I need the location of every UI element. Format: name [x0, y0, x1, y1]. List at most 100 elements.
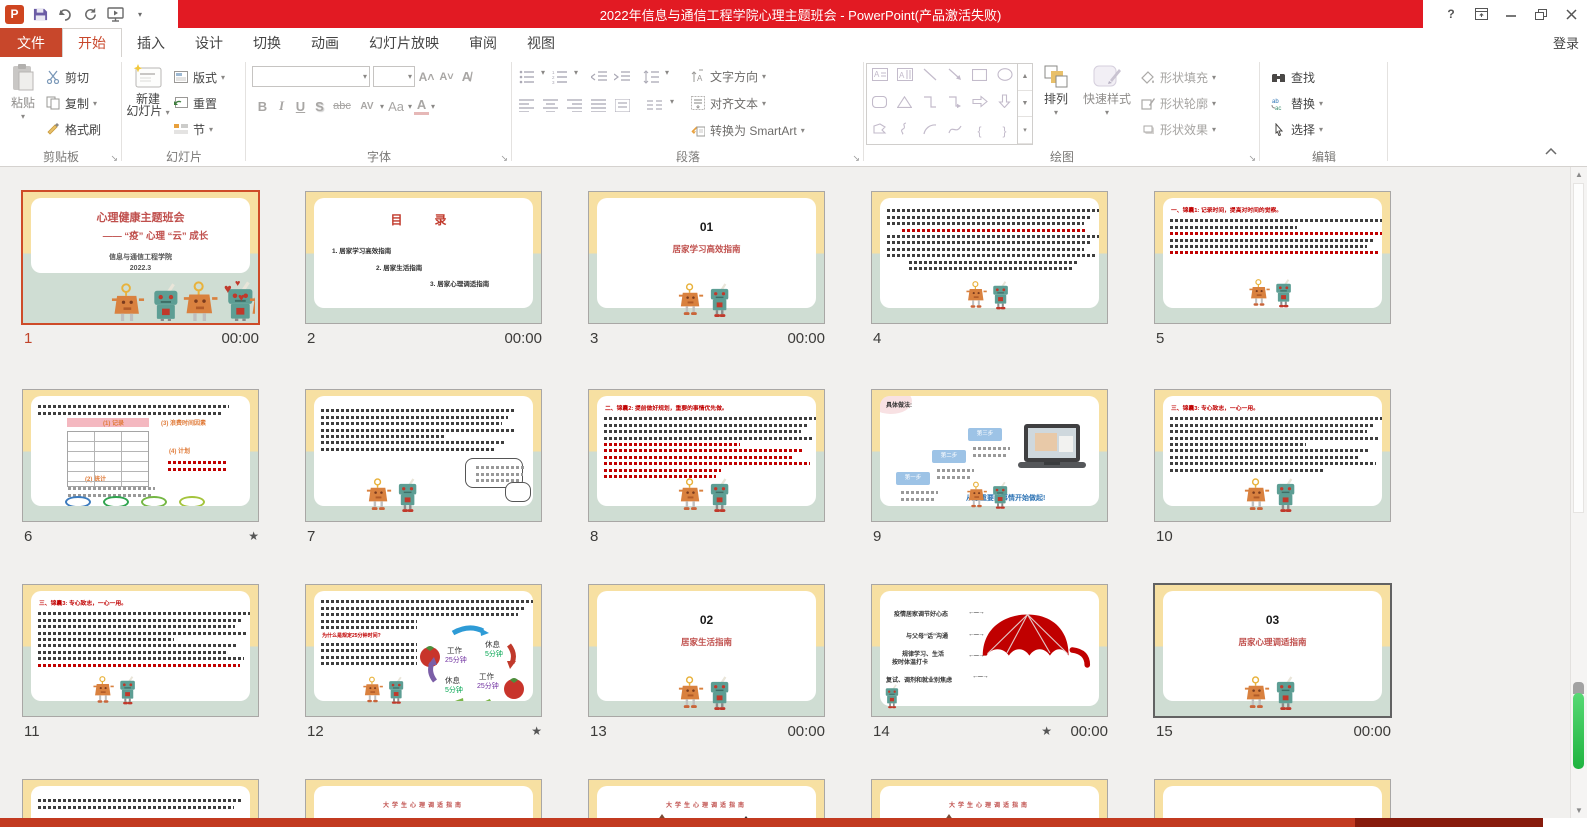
slide-thumbnail-14[interactable]: 疫情居家调节好心态 ←----→ 与父母“话”沟通 ←----→ 规律学习、生活… — [871, 584, 1108, 717]
numbering-icon[interactable]: 123 — [551, 68, 568, 85]
shape-vertical-textbox-icon[interactable]: A — [897, 68, 913, 86]
cut-button[interactable]: 剪切 — [44, 66, 101, 88]
scroll-down-icon[interactable]: ▼ — [1571, 806, 1587, 815]
scrollbar-thumb[interactable] — [1573, 693, 1584, 769]
text-direction-button[interactable]: A 文字方向▾ — [689, 65, 805, 87]
slide-thumbnail-1[interactable]: 心理健康主题班会 —— “疫” 心理 “云” 成长 信息与通信工程学院 2022… — [22, 191, 259, 324]
font-dialog-launcher[interactable]: ↘ — [500, 153, 508, 164]
restore-icon[interactable] — [1533, 6, 1549, 22]
font-size-combo[interactable]: ▾ — [373, 66, 415, 87]
shape-rectangle-icon[interactable] — [972, 68, 987, 86]
shape-arrow-down-icon[interactable] — [998, 94, 1011, 113]
ribbon-display-options-icon[interactable] — [1473, 6, 1489, 22]
slide-thumbnail-4[interactable] — [871, 191, 1108, 324]
paste-button[interactable]: 粘贴 ▾ — [2, 60, 44, 152]
shape-triangle-icon[interactable] — [897, 95, 912, 113]
bullets-icon[interactable] — [518, 68, 535, 85]
tab-view[interactable]: 视图 — [512, 28, 570, 57]
close-icon[interactable] — [1563, 6, 1579, 22]
align-left-icon[interactable] — [518, 97, 535, 114]
paste-dropdown-icon[interactable]: ▾ — [21, 112, 25, 121]
customize-qat-icon[interactable]: ▾ — [131, 5, 149, 23]
drawing-dialog-launcher[interactable]: ↘ — [1248, 153, 1256, 164]
shape-arrow-right-icon[interactable] — [972, 95, 988, 113]
shrink-font-button[interactable]: A˅ — [438, 71, 455, 83]
columns-icon[interactable] — [646, 97, 663, 114]
slide-thumbnail-9[interactable]: 具体做法: 第一步 第二步 第三步 从最重要的事情开始做起! — [871, 389, 1108, 522]
minimize-icon[interactable] — [1503, 6, 1519, 22]
shape-left-brace-icon[interactable]: { — [977, 124, 981, 138]
undo-icon[interactable] — [56, 5, 74, 23]
underline-button[interactable]: U — [292, 99, 309, 114]
slide-thumbnail-3[interactable]: 01 居家学习高效指南 — [588, 191, 825, 324]
align-center-icon[interactable] — [542, 97, 559, 114]
start-slideshow-icon[interactable] — [106, 5, 124, 23]
shape-textbox-icon[interactable]: A — [872, 68, 888, 86]
slide-thumbnail-8[interactable]: 二、锦囊2: 提前做好规划，重要的事情优先做。 — [588, 389, 825, 522]
save-icon[interactable] — [31, 5, 49, 23]
shape-arrow-icon[interactable] — [948, 68, 962, 86]
shape-curve-icon[interactable] — [948, 122, 962, 140]
paragraph-dialog-launcher[interactable]: ↘ — [852, 153, 860, 164]
slide-thumbnail-19[interactable]: 大学生心理调适指南 — [871, 779, 1108, 818]
reset-button[interactable]: 重置 — [172, 92, 225, 114]
slide-thumbnail-13[interactable]: 02 居家生活指南 — [588, 584, 825, 717]
tab-slideshow[interactable]: 幻灯片放映 — [354, 28, 454, 57]
slide-thumbnail-15[interactable]: 03 居家心理调适指南 — [1154, 584, 1391, 717]
distribute-icon[interactable] — [614, 97, 631, 114]
quick-styles-button[interactable]: 快速样式 ▾ — [1079, 60, 1135, 145]
redo-icon[interactable] — [81, 5, 99, 23]
shape-fill-button[interactable]: 形状填充▾ — [1139, 66, 1216, 88]
convert-smartart-button[interactable]: 转换为 SmartArt▾ — [689, 119, 805, 141]
shape-right-brace-icon[interactable]: } — [1002, 124, 1006, 138]
slide-thumbnail-12[interactable]: 为什么是规定25分钟时间? 工作 25分钟 休息 5分钟 休息 5分钟 — [305, 584, 542, 717]
slide-thumbnail-7[interactable] — [305, 389, 542, 522]
shape-outline-button[interactable]: 形状轮廓▾ — [1139, 92, 1216, 114]
tab-animations[interactable]: 动画 — [296, 28, 354, 57]
tab-review[interactable]: 审阅 — [454, 28, 512, 57]
character-spacing-button[interactable]: AV — [356, 101, 378, 112]
arrange-button[interactable]: 排列 ▾ — [1033, 60, 1079, 145]
slide-thumbnail-6[interactable]: (1) 记录 (3) 浪费时间因素 (4) 计划 (2) 统计 — [22, 389, 259, 522]
shape-elbow-connector-icon[interactable] — [923, 95, 937, 113]
clipboard-dialog-launcher[interactable]: ↘ — [110, 153, 118, 164]
new-slide-button[interactable]: 新建 幻灯片 ▾ — [124, 60, 172, 152]
decrease-indent-icon[interactable] — [590, 68, 607, 85]
slide-thumbnail-5[interactable]: 一、锦囊1: 记录时间，提高对时间的觉察。 — [1154, 191, 1391, 324]
slide-thumbnail-20[interactable] — [1154, 779, 1391, 818]
copy-button[interactable]: 复制 ▾ — [44, 92, 101, 114]
slide-thumbnail-17[interactable]: 大学生心理调适指南 — [305, 779, 542, 818]
font-name-combo[interactable]: ▾ — [252, 66, 370, 87]
section-button[interactable]: 节▾ — [172, 118, 225, 140]
clear-formatting-button[interactable]: A̸ — [458, 69, 475, 84]
select-button[interactable]: 选择▾ — [1270, 118, 1386, 140]
find-button[interactable]: 查找 — [1270, 66, 1386, 88]
sign-in-link[interactable]: 登录 — [1553, 28, 1579, 57]
shape-line-icon[interactable] — [923, 68, 937, 86]
justify-icon[interactable] — [590, 97, 607, 114]
increase-indent-icon[interactable] — [613, 68, 630, 85]
vertical-scrollbar[interactable]: ▲ ▼ — [1570, 167, 1587, 818]
grow-font-button[interactable]: A˄ — [418, 70, 435, 84]
format-painter-button[interactable]: 格式刷 — [44, 118, 101, 140]
help-icon[interactable]: ? — [1443, 6, 1459, 22]
slide-thumbnail-16[interactable] — [22, 779, 259, 818]
collapse-ribbon-button[interactable] — [1545, 142, 1557, 160]
align-right-icon[interactable] — [566, 97, 583, 114]
shape-elbow-arrow-icon[interactable] — [948, 95, 962, 113]
shape-scribble-icon[interactable] — [898, 122, 912, 140]
tab-file[interactable]: 文件 — [0, 28, 62, 57]
shape-freeform-icon[interactable] — [872, 122, 887, 140]
slide-thumbnail-2[interactable]: 目 录 1. 居家学习高效指南 2. 居家生活指南 3. 居家心理调适指南 — [305, 191, 542, 324]
change-case-button[interactable]: Aa — [386, 99, 406, 114]
bold-button[interactable]: B — [254, 99, 271, 114]
shape-rounded-rectangle-icon[interactable] — [872, 95, 887, 113]
tab-insert[interactable]: 插入 — [122, 28, 180, 57]
layout-button[interactable]: 版式▾ — [172, 66, 225, 88]
replace-button[interactable]: abac 替换▾ — [1270, 92, 1386, 114]
line-spacing-icon[interactable] — [642, 68, 659, 85]
text-shadow-button[interactable]: S — [311, 99, 328, 114]
slide-thumbnail-11[interactable]: 三、锦囊3: 专心致志，一心一用。 — [22, 584, 259, 717]
slide-thumbnail-10[interactable]: 三、锦囊3: 专心致志，一心一用。 — [1154, 389, 1391, 522]
italic-button[interactable]: I — [273, 98, 290, 114]
